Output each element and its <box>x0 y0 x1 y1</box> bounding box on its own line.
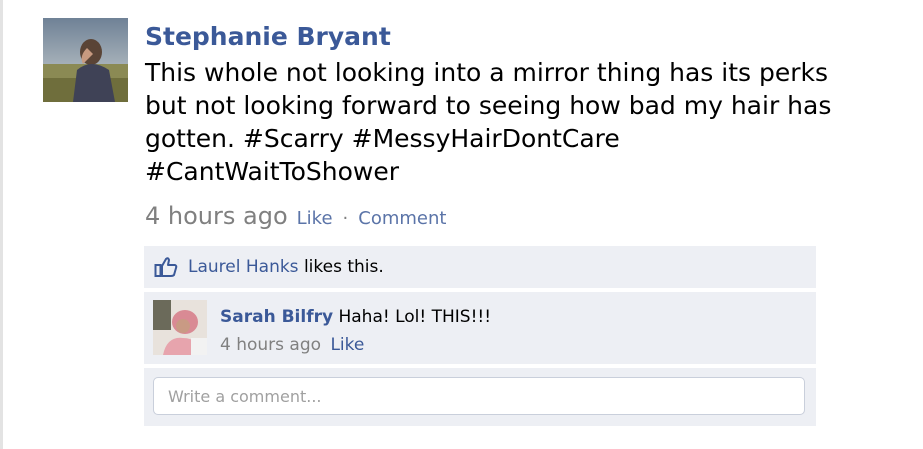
comment-item: Sarah Bilfry Haha! Lol! THIS!!! 4 hours … <box>144 292 816 364</box>
comment-text: Haha! Lol! THIS!!! <box>338 307 492 327</box>
thumbs-up-icon <box>154 256 178 278</box>
write-comment-input[interactable] <box>153 377 805 415</box>
page-left-border <box>0 0 3 449</box>
comment-composer <box>144 368 816 426</box>
comment-meta: 4 hours ago Like <box>220 335 364 355</box>
post-author-avatar[interactable] <box>43 18 128 102</box>
post-author-name[interactable]: Stephanie Bryant <box>145 22 391 51</box>
liker-name[interactable]: Laurel Hanks <box>188 257 299 277</box>
likes-text: Laurel Hanks likes this. <box>188 257 384 277</box>
meta-separator: · <box>342 208 349 229</box>
comment-timestamp: 4 hours ago <box>220 335 322 355</box>
comment-like-link[interactable]: Like <box>330 335 364 355</box>
commenter-avatar[interactable] <box>153 300 207 355</box>
likes-summary: Laurel Hanks likes this. <box>144 246 816 288</box>
comment-header: Sarah Bilfry Haha! Lol! THIS!!! <box>220 307 491 327</box>
post-comment-link[interactable]: Comment <box>358 208 446 229</box>
commenter-name[interactable]: Sarah Bilfry <box>220 307 333 327</box>
post-like-link[interactable]: Like <box>297 208 333 229</box>
post-timestamp[interactable]: 4 hours ago <box>145 202 288 230</box>
likes-suffix: likes this. <box>303 257 384 277</box>
post-text: This whole not looking into a mirror thi… <box>145 58 832 186</box>
post-meta: 4 hours ago Like · Comment <box>145 202 446 230</box>
